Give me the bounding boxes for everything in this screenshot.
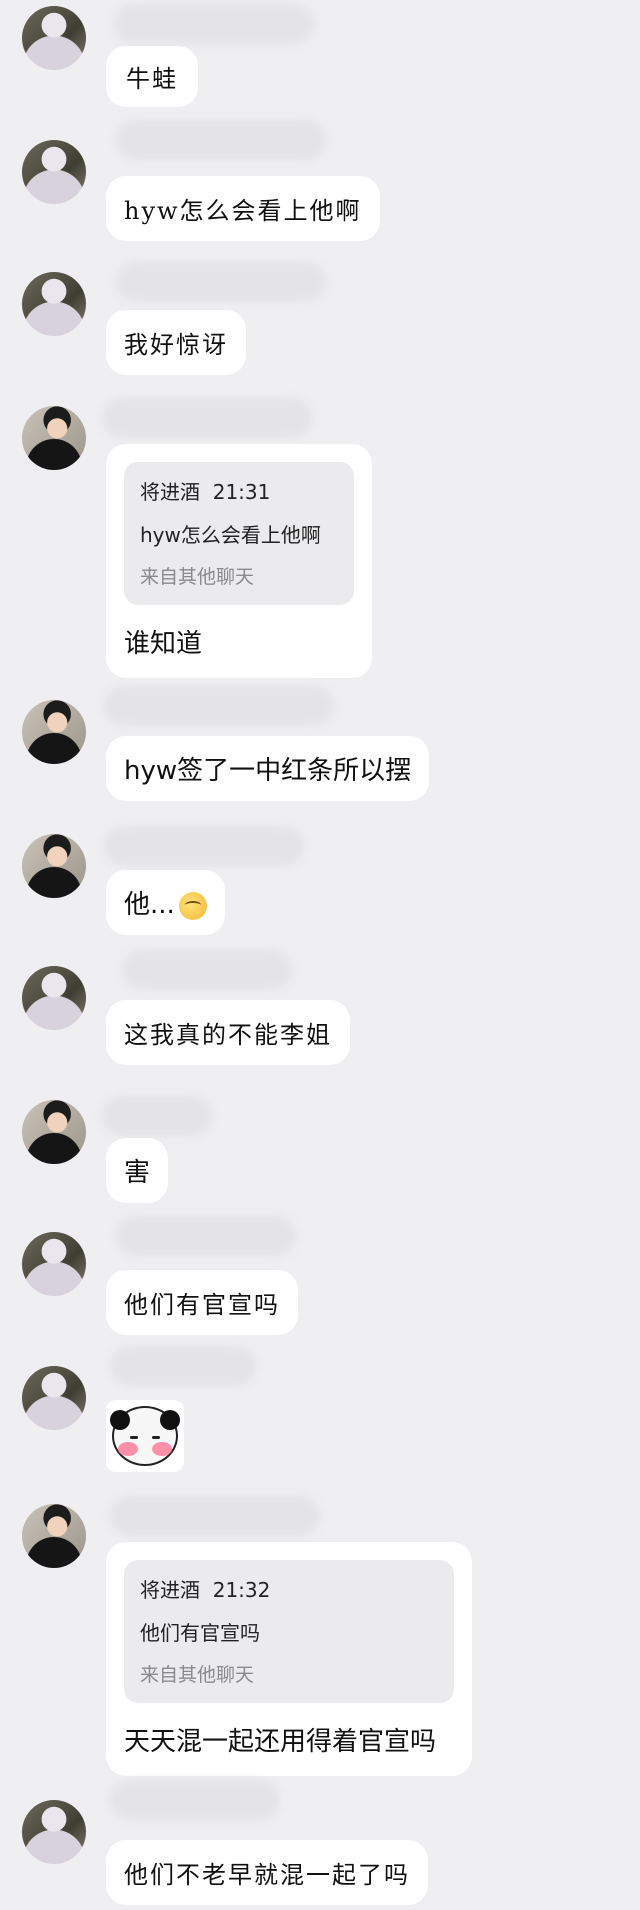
sender-name-blurred <box>116 120 326 160</box>
quote-author: 将进酒 <box>140 480 200 504</box>
sender-name-blurred <box>110 1346 256 1386</box>
panda-eye <box>130 1436 138 1439</box>
message-bubble[interactable]: 牛蛙 <box>106 46 198 107</box>
avatar[interactable] <box>22 1100 86 1164</box>
message-bubble[interactable]: 我好惊讶 <box>106 310 246 375</box>
quote-reply-bubble[interactable]: 将进酒 21:32 他们有官宣吗 来自其他聊天 天天混一起还用得着官宣吗 <box>106 1542 472 1776</box>
sender-name-blurred <box>102 398 312 438</box>
quote-source: 来自其他聊天 <box>140 1664 255 1686</box>
message-bubble[interactable]: hyw怎么会看上他啊 <box>106 176 380 241</box>
quote-time: 21:31 <box>212 480 271 504</box>
quote-text: hyw怎么会看上他啊 <box>140 523 321 547</box>
sender-name-blurred <box>110 1496 320 1536</box>
message-bubble[interactable]: 这我真的不能李姐 <box>106 1000 350 1065</box>
avatar[interactable] <box>22 1800 86 1864</box>
message-text: 牛蛙 <box>126 65 178 93</box>
quote-source: 来自其他聊天 <box>140 566 255 588</box>
message-text: 天天混一起还用得着官宣吗 <box>124 1727 437 1757</box>
message-text: 谁知道 <box>124 629 203 659</box>
avatar[interactable] <box>22 1366 86 1430</box>
sender-name-blurred <box>116 262 326 302</box>
quoted-message[interactable]: 将进酒 21:32 他们有官宣吗 来自其他聊天 <box>124 1560 454 1703</box>
avatar[interactable] <box>22 272 86 336</box>
quote-reply-bubble[interactable]: 将进酒 21:31 hyw怎么会看上他啊 来自其他聊天 谁知道 <box>106 444 372 678</box>
sender-name-blurred <box>116 1216 296 1256</box>
message-bubble[interactable]: 他... <box>106 870 225 935</box>
message-text: hyw怎么会看上他啊 <box>124 197 362 225</box>
message-text: hyw签了一中红条所以摆 <box>124 756 412 786</box>
avatar[interactable] <box>22 966 86 1030</box>
quote-text: 他们有官宣吗 <box>140 1621 260 1645</box>
message-bubble[interactable]: 害 <box>106 1138 169 1203</box>
panda-face-icon <box>110 1406 180 1466</box>
avatar[interactable] <box>22 1232 86 1296</box>
panda-eye <box>152 1436 160 1439</box>
message-bubble[interactable]: 他们不老早就混一起了吗 <box>106 1840 428 1905</box>
quote-header: 将进酒 21:32 <box>140 1574 438 1603</box>
sender-name-blurred <box>110 1780 280 1820</box>
message-text: 他们有官宣吗 <box>124 1291 280 1319</box>
message-text-content: 他... <box>124 890 175 920</box>
avatar[interactable] <box>22 700 86 764</box>
message-text: 我好惊讶 <box>124 331 228 359</box>
quote-author: 将进酒 <box>140 1578 200 1602</box>
message-text: 害 <box>124 1158 151 1188</box>
quoted-message[interactable]: 将进酒 21:31 hyw怎么会看上他啊 来自其他聊天 <box>124 462 354 605</box>
sender-name-blurred <box>104 686 334 726</box>
avatar[interactable] <box>22 6 86 70</box>
sender-name-blurred <box>122 950 292 990</box>
message-text: 他们不老早就混一起了吗 <box>124 1861 410 1889</box>
avatar[interactable] <box>22 406 86 470</box>
blushing-panda-sticker[interactable] <box>106 1400 184 1472</box>
message-text: 他... <box>124 884 207 921</box>
panda-ear <box>160 1410 180 1430</box>
sender-name-blurred <box>102 1096 212 1136</box>
avatar[interactable] <box>22 140 86 204</box>
quote-header: 将进酒 21:31 <box>140 476 338 505</box>
quote-time: 21:32 <box>212 1578 271 1602</box>
squinting-face-emoji-icon <box>178 891 207 920</box>
panda-ear <box>110 1410 130 1430</box>
panda-cheek <box>152 1442 172 1456</box>
panda-cheek <box>118 1442 138 1456</box>
message-text: 这我真的不能李姐 <box>124 1021 332 1049</box>
message-bubble[interactable]: hyw签了一中红条所以摆 <box>106 736 430 801</box>
avatar[interactable] <box>22 1504 86 1568</box>
message-bubble[interactable]: 他们有官宣吗 <box>106 1270 298 1335</box>
avatar[interactable] <box>22 834 86 898</box>
sender-name-blurred <box>104 826 304 866</box>
sender-name-blurred <box>114 4 314 44</box>
